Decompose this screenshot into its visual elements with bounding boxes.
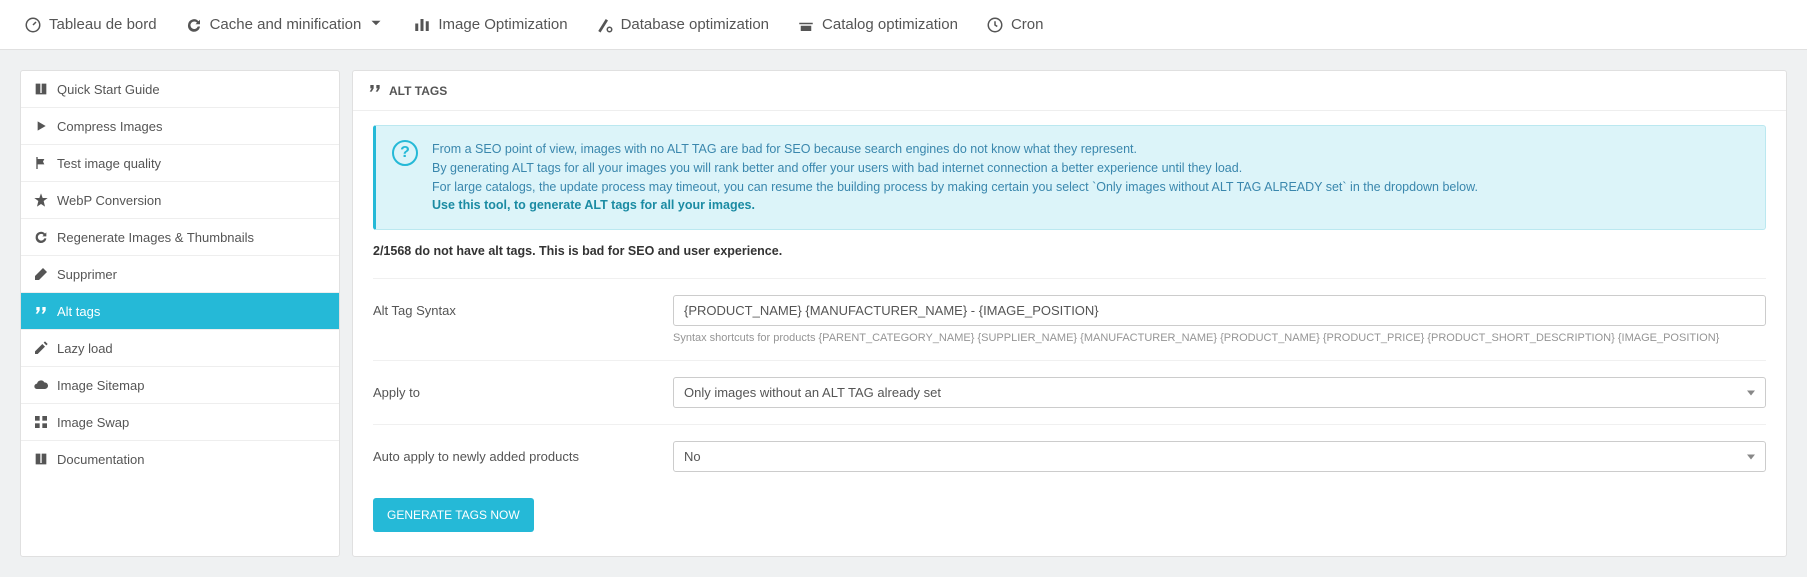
nav-label: Image Optimization — [438, 16, 567, 33]
sidebar-lazy-load[interactable]: Lazy load — [21, 330, 339, 367]
sidebar-alt-tags[interactable]: Alt tags — [21, 293, 339, 330]
nav-catalog-opt[interactable]: Catalog optimization — [783, 0, 972, 50]
select-auto-apply[interactable]: No — [673, 441, 1766, 472]
select-apply-to[interactable]: Only images without an ALT TAG already s… — [673, 377, 1766, 408]
nav-dashboard[interactable]: Tableau de bord — [10, 0, 171, 50]
label-alt-syntax: Alt Tag Syntax — [373, 295, 673, 318]
sidebar-documentation[interactable]: Documentation — [21, 441, 339, 477]
sidebar-item-label: Image Sitemap — [57, 378, 144, 393]
generate-tags-button[interactable]: GENERATE TAGS NOW — [373, 498, 534, 532]
label-auto-apply: Auto apply to newly added products — [373, 441, 673, 464]
quote-icon — [33, 303, 51, 319]
row-auto-apply: Auto apply to newly added products No — [373, 424, 1766, 488]
sidebar-item-label: Documentation — [57, 452, 144, 467]
sidebar-test-quality[interactable]: Test image quality — [21, 145, 339, 182]
nav-label: Tableau de bord — [49, 16, 157, 33]
nav-label: Catalog optimization — [822, 16, 958, 33]
eraser-icon — [33, 266, 51, 282]
book-icon — [33, 81, 51, 97]
star-icon — [33, 192, 51, 208]
panel-heading: ALT TAGS — [353, 71, 1786, 111]
sidebar-item-label: Image Swap — [57, 415, 129, 430]
row-apply-to: Apply to Only images without an ALT TAG … — [373, 360, 1766, 424]
sidebar-item-label: Supprimer — [57, 267, 117, 282]
sidebar-quick-start[interactable]: Quick Start Guide — [21, 71, 339, 108]
alert-line: By generating ALT tags for all your imag… — [432, 159, 1478, 178]
alert-line: For large catalogs, the update process m… — [432, 178, 1478, 197]
status-text: 2/1568 do not have alt tags. This is bad… — [373, 244, 1766, 258]
sidebar-regenerate[interactable]: Regenerate Images & Thumbnails — [21, 219, 339, 256]
top-nav: Tableau de bord Cache and minification I… — [0, 0, 1807, 50]
refresh-icon — [185, 16, 203, 34]
sidebar-item-label: Quick Start Guide — [57, 82, 160, 97]
sidebar-image-sitemap[interactable]: Image Sitemap — [21, 367, 339, 404]
sidebar-compress[interactable]: Compress Images — [21, 108, 339, 145]
sidebar-item-label: Lazy load — [57, 341, 113, 356]
nav-image-opt[interactable]: Image Optimization — [399, 0, 581, 50]
book-icon — [33, 451, 51, 467]
label-apply-to: Apply to — [373, 377, 673, 400]
sidebar: Quick Start Guide Compress Images Test i… — [20, 70, 340, 557]
quote-icon — [367, 81, 383, 100]
input-alt-syntax[interactable] — [673, 295, 1766, 326]
alert-body: From a SEO point of view, images with no… — [432, 140, 1478, 215]
nav-label: Cron — [1011, 16, 1044, 33]
info-alert: ? From a SEO point of view, images with … — [373, 125, 1766, 230]
pencil-icon — [33, 340, 51, 356]
help-icon: ? — [392, 140, 418, 166]
sidebar-webp[interactable]: WebP Conversion — [21, 182, 339, 219]
nav-label: Database optimization — [621, 16, 769, 33]
flag-icon — [33, 155, 51, 171]
hint-alt-syntax: Syntax shortcuts for products {PARENT_CA… — [673, 332, 1766, 344]
bars-icon — [413, 16, 431, 34]
nav-cron[interactable]: Cron — [972, 0, 1058, 50]
gauge-icon — [24, 16, 42, 34]
chevron-down-icon — [367, 14, 385, 36]
nav-database-opt[interactable]: Database optimization — [582, 0, 783, 50]
row-alt-syntax: Alt Tag Syntax Syntax shortcuts for prod… — [373, 278, 1766, 360]
sidebar-image-swap[interactable]: Image Swap — [21, 404, 339, 441]
grid-icon — [33, 414, 51, 430]
nav-cache[interactable]: Cache and minification — [171, 0, 400, 50]
sidebar-item-label: Test image quality — [57, 156, 161, 171]
store-icon — [797, 16, 815, 34]
sidebar-item-label: Alt tags — [57, 304, 100, 319]
refresh-icon — [33, 229, 51, 245]
dbtool-icon — [596, 16, 614, 34]
alert-line-strong: Use this tool, to generate ALT tags for … — [432, 196, 1478, 215]
sidebar-item-label: Compress Images — [57, 119, 162, 134]
sidebar-supprimer[interactable]: Supprimer — [21, 256, 339, 293]
play-icon — [33, 118, 51, 134]
clock-icon — [986, 16, 1004, 34]
panel-title: ALT TAGS — [389, 84, 447, 98]
sidebar-item-label: WebP Conversion — [57, 193, 161, 208]
nav-label: Cache and minification — [210, 16, 362, 33]
alt-tags-panel: ALT TAGS ? From a SEO point of view, ima… — [352, 70, 1787, 557]
sidebar-item-label: Regenerate Images & Thumbnails — [57, 230, 254, 245]
cloud-icon — [33, 377, 51, 393]
alert-line: From a SEO point of view, images with no… — [432, 140, 1478, 159]
